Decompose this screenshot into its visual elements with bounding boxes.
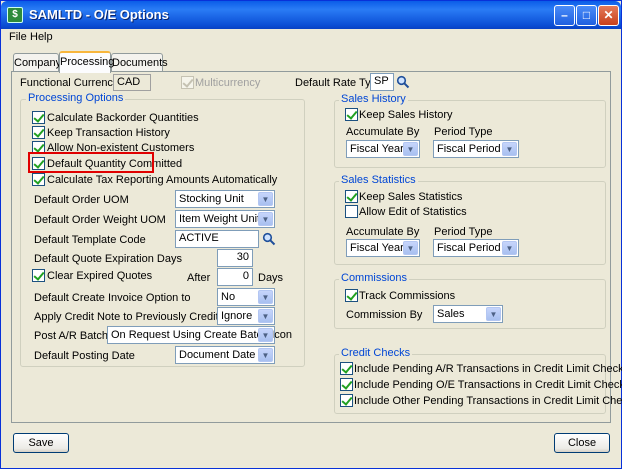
chevron-down-icon[interactable]: ▼: [486, 307, 501, 321]
chevron-down-icon[interactable]: ▼: [502, 241, 517, 255]
keep-sales-history-label: Keep Sales History: [359, 109, 453, 121]
default-rate-type-input[interactable]: SP: [370, 73, 394, 91]
calc-tax-reporting-label: Calculate Tax Reporting Amounts Automati…: [47, 174, 278, 186]
clear-expired-label: Clear Expired Quotes: [47, 270, 153, 282]
pending-ar-label: Include Pending A/R Transactions in Cred…: [354, 363, 622, 375]
sh-period-value: Fiscal Period: [437, 143, 501, 155]
tab-documents[interactable]: Documents: [111, 53, 168, 73]
apply-credit-value: Ignore: [221, 310, 253, 322]
ss-accumulate-select[interactable]: Fiscal Year ▼: [346, 239, 420, 257]
ss-accumulate-label: Accumulate By: [346, 226, 420, 238]
chevron-down-icon[interactable]: ▼: [258, 192, 273, 206]
keep-history-label: Keep Transaction History: [47, 127, 170, 139]
after-label: After: [187, 272, 211, 284]
rate-type-finder-icon[interactable]: [396, 75, 410, 89]
sh-accumulate-label: Accumulate By: [346, 126, 420, 138]
default-order-uom-label: Default Order UOM: [34, 194, 129, 206]
pending-other-checkbox[interactable]: [340, 394, 353, 407]
post-ar-select[interactable]: On Request Using Create Batch Icon ▼: [107, 326, 292, 344]
pending-oe-checkbox[interactable]: [340, 378, 353, 391]
days-label: Days: [258, 272, 284, 284]
calc-tax-reporting-checkbox[interactable]: [32, 173, 45, 186]
quote-expiration-input[interactable]: 30: [217, 249, 253, 267]
functional-currency-field: CAD: [113, 74, 151, 91]
menu-bar: File Help: [1, 29, 621, 47]
multicurrency-label: Multicurrency: [195, 77, 261, 89]
posting-date-select[interactable]: Document Date ▼: [175, 346, 275, 364]
posting-date-value: Document Date: [179, 349, 256, 361]
menu-help[interactable]: Help: [30, 31, 53, 43]
keep-history-checkbox[interactable]: [32, 126, 45, 139]
chevron-down-icon[interactable]: ▼: [258, 212, 273, 226]
tab-processing[interactable]: Processing: [59, 51, 114, 73]
keep-sales-statistics-label: Keep Sales Statistics: [359, 191, 463, 203]
after-days-input[interactable]: 0: [217, 268, 253, 286]
title-bar[interactable]: $ SAMLTD - O/E Options – □ ✕: [1, 1, 621, 29]
chevron-down-icon[interactable]: ▼: [258, 328, 273, 342]
allow-edit-statistics-label: Allow Edit of Statistics: [359, 206, 467, 218]
chevron-down-icon[interactable]: ▼: [258, 290, 273, 304]
default-order-uom-value: Stocking Unit: [179, 193, 244, 205]
apply-credit-select[interactable]: Ignore ▼: [217, 307, 275, 325]
clear-expired-checkbox[interactable]: [32, 269, 45, 282]
highlight-box: [28, 152, 154, 173]
ss-accumulate-value: Fiscal Year: [350, 242, 404, 254]
posting-date-label: Default Posting Date: [34, 350, 135, 362]
default-template-input[interactable]: ACTIVE: [175, 230, 259, 248]
save-button[interactable]: Save: [13, 433, 69, 453]
ss-period-select[interactable]: Fiscal Period ▼: [433, 239, 519, 257]
keep-sales-statistics-checkbox[interactable]: [345, 190, 358, 203]
keep-sales-history-checkbox[interactable]: [345, 108, 358, 121]
default-template-label: Default Template Code: [34, 234, 146, 246]
commissions-group-label: Commissions: [339, 272, 410, 284]
commission-by-select[interactable]: Sales ▼: [433, 305, 503, 323]
ss-period-value: Fiscal Period: [437, 242, 501, 254]
chevron-down-icon[interactable]: ▼: [403, 142, 418, 156]
options-window: $ SAMLTD - O/E Options – □ ✕ File Help C…: [0, 0, 622, 469]
credit-checks-group-label: Credit Checks: [339, 347, 413, 359]
sh-period-select[interactable]: Fiscal Period ▼: [433, 140, 519, 158]
sh-period-label: Period Type: [434, 126, 493, 138]
window-title: SAMLTD - O/E Options: [29, 7, 169, 22]
pending-ar-checkbox[interactable]: [340, 362, 353, 375]
allow-edit-statistics-checkbox[interactable]: [345, 205, 358, 218]
pending-oe-label: Include Pending O/E Transactions in Cred…: [354, 379, 622, 391]
maximize-button[interactable]: □: [576, 5, 597, 26]
close-window-button[interactable]: ✕: [598, 5, 619, 26]
template-finder-icon[interactable]: [262, 232, 276, 246]
track-commissions-label: Track Commissions: [359, 290, 456, 302]
calc-backorder-label: Calculate Backorder Quantities: [47, 112, 199, 124]
commission-by-value: Sales: [437, 308, 465, 320]
pending-other-label: Include Other Pending Transactions in Cr…: [354, 395, 622, 407]
chevron-down-icon[interactable]: ▼: [258, 309, 273, 323]
calc-backorder-checkbox[interactable]: [32, 111, 45, 124]
multicurrency-checkbox: [181, 76, 194, 89]
sh-accumulate-value: Fiscal Year: [350, 143, 404, 155]
default-order-uom-select[interactable]: Stocking Unit ▼: [175, 190, 275, 208]
chevron-down-icon[interactable]: ▼: [258, 348, 273, 362]
sh-accumulate-select[interactable]: Fiscal Year ▼: [346, 140, 420, 158]
default-weight-uom-select[interactable]: Item Weight Unit ▼: [175, 210, 275, 228]
sales-history-group-label: Sales History: [339, 93, 408, 105]
menu-file[interactable]: File: [9, 31, 27, 43]
create-invoice-label: Default Create Invoice Option to: [34, 292, 191, 304]
close-button[interactable]: Close: [554, 433, 610, 453]
tab-company[interactable]: Company: [13, 53, 61, 73]
minimize-button[interactable]: –: [554, 5, 575, 26]
functional-currency-label: Functional Currency: [20, 77, 119, 89]
chevron-down-icon[interactable]: ▼: [403, 241, 418, 255]
quote-expiration-label: Default Quote Expiration Days: [34, 253, 182, 265]
default-weight-uom-label: Default Order Weight UOM: [34, 214, 166, 226]
ss-period-label: Period Type: [434, 226, 493, 238]
commission-by-label: Commission By: [346, 309, 423, 321]
create-invoice-select[interactable]: No ▼: [217, 288, 275, 306]
create-invoice-value: No: [221, 291, 236, 303]
default-weight-uom-value: Item Weight Unit: [179, 213, 261, 225]
track-commissions-checkbox[interactable]: [345, 289, 358, 302]
chevron-down-icon[interactable]: ▼: [502, 142, 517, 156]
app-icon: $: [7, 7, 23, 23]
processing-options-group-label: Processing Options: [26, 92, 126, 104]
sales-statistics-group-label: Sales Statistics: [339, 174, 418, 186]
